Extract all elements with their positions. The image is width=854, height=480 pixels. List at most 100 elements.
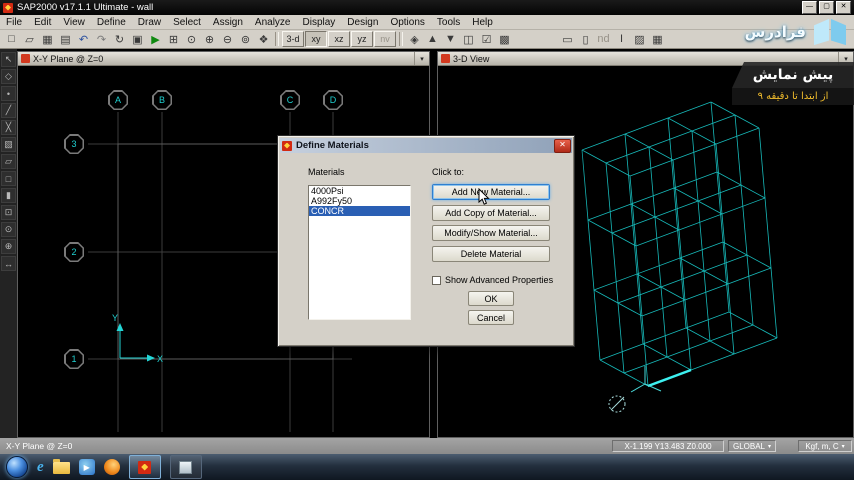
draw-joint-icon[interactable]: • — [1, 86, 16, 101]
minimize-button[interactable]: — — [802, 1, 817, 14]
add-copy-material-button[interactable]: Add Copy of Material... — [432, 204, 550, 221]
title-bar[interactable]: SAP2000 v17.1.1 Ultimate - wall — ▢ ✕ — [0, 0, 854, 15]
quick-draw-area-icon[interactable]: □ — [1, 171, 16, 186]
sap2000-taskbar-button[interactable] — [128, 455, 161, 479]
menu-item[interactable]: Edit — [28, 16, 57, 29]
new-model-icon[interactable]: □ — [3, 31, 20, 47]
grid-bubble-a: A — [108, 90, 128, 110]
zoom-previous-icon[interactable]: ⊚ — [237, 31, 254, 47]
move-down-gridline-icon[interactable]: ▼ — [442, 31, 459, 47]
menu-item[interactable]: Tools — [431, 16, 466, 29]
reshape-icon[interactable]: ◇ — [1, 69, 16, 84]
snap-midpoints-icon[interactable]: ⊕ — [1, 239, 16, 254]
material-item[interactable]: 4000Psi — [309, 186, 410, 196]
snap-joints-icon[interactable]: ⊙ — [1, 222, 16, 237]
view-nv-button[interactable]: nv — [374, 31, 396, 47]
assign-display-icon[interactable]: ▩ — [496, 31, 513, 47]
quick-draw-frame-icon[interactable]: ╳ — [1, 120, 16, 135]
menu-item[interactable]: Display — [297, 16, 342, 29]
taskbar: e ▶ — [0, 454, 854, 480]
pointer-select-icon[interactable]: ↖ — [1, 52, 16, 67]
status-bar: X-Y Plane @ Z=0 X-1.199 Y13.483 Z0.000 G… — [0, 438, 854, 454]
window-icon — [21, 54, 30, 63]
menu-item[interactable]: Analyze — [249, 16, 297, 29]
object-display-icon[interactable]: ◫ — [460, 31, 477, 47]
draw-area-icon[interactable]: ▱ — [1, 154, 16, 169]
units-dropdown[interactable]: Kgf, m, C ▾ — [798, 440, 852, 452]
dialog-titlebar[interactable]: Define Materials ✕ — [280, 138, 572, 153]
csys-dropdown[interactable]: GLOBAL ▾ — [728, 440, 776, 452]
explorer-icon[interactable] — [52, 459, 70, 474]
ie-icon[interactable]: e — [37, 459, 44, 476]
view-yz-button[interactable]: yz — [351, 31, 373, 47]
toolbar-separator — [399, 32, 403, 46]
redo-icon[interactable]: ↷ — [93, 31, 110, 47]
show-advanced-properties-checkbox[interactable] — [432, 275, 441, 285]
view-xz-button[interactable]: xz — [328, 31, 350, 47]
close-button[interactable]: ✕ — [836, 1, 851, 14]
pan-icon[interactable]: ❖ — [255, 31, 272, 47]
materials-label: Materials — [308, 167, 345, 177]
draw-frame-icon[interactable]: ╱ — [1, 103, 16, 118]
cancel-button[interactable]: Cancel — [468, 310, 514, 325]
nd-button[interactable]: nd — [595, 31, 612, 47]
sap2000-window: SAP2000 v17.1.1 Ultimate - wall — ▢ ✕ Fi… — [0, 0, 854, 480]
draw-solid-icon[interactable]: ▮ — [1, 188, 16, 203]
menu-item[interactable]: File — [0, 16, 28, 29]
menu-item[interactable]: Select — [167, 16, 207, 29]
perspective-icon[interactable]: ◈ — [406, 31, 423, 47]
view-3d-button[interactable]: 3-d — [282, 31, 304, 47]
draw-window-icon[interactable]: ▯ — [577, 31, 594, 47]
select-window-icon[interactable]: ⊡ — [1, 205, 16, 220]
add-new-material-button[interactable]: Add New Material... — [432, 184, 550, 200]
zoom-out-icon[interactable]: ⊖ — [219, 31, 236, 47]
save-icon[interactable]: ▦ — [39, 31, 56, 47]
menu-item[interactable]: View — [57, 16, 91, 29]
caption-buttons: — ▢ ✕ — [802, 1, 851, 14]
display-options-icon[interactable]: ☑ — [478, 31, 495, 47]
lock-model-icon[interactable]: ▣ — [129, 31, 146, 47]
status-view-label: X-Y Plane @ Z=0 — [6, 441, 73, 451]
window-menu-button[interactable]: ▾ — [414, 52, 429, 65]
grid-bubble-b: B — [152, 90, 172, 110]
preview-subtitle: از ابتدا تا دقیقه ۹ — [732, 88, 854, 105]
media-player-icon[interactable]: ▶ — [78, 459, 95, 475]
secondary-app-taskbar-button[interactable] — [169, 455, 202, 479]
plan-view-titlebar[interactable]: X-Y Plane @ Z=0 ▾ — [18, 52, 429, 66]
ok-button[interactable]: OK — [468, 291, 514, 306]
dialog-title: Define Materials — [296, 140, 369, 151]
menu-item[interactable]: Draw — [132, 16, 167, 29]
material-item[interactable]: A992Fy50 — [309, 196, 410, 206]
open-file-icon[interactable]: ▱ — [21, 31, 38, 47]
menu-item[interactable]: Define — [91, 16, 132, 29]
menu-item[interactable]: Assign — [207, 16, 249, 29]
run-analysis-icon[interactable]: ▶ — [147, 31, 164, 47]
grid-options-icon[interactable]: ▦ — [649, 31, 666, 47]
zoom-window-icon[interactable]: ⊞ — [165, 31, 182, 47]
zoom-in-icon[interactable]: ⊕ — [201, 31, 218, 47]
mouse-cursor — [478, 188, 490, 205]
measure-line-icon[interactable]: ↔ — [1, 256, 16, 271]
materials-list[interactable]: 4000Psi A992Fy50 CONCR — [308, 185, 411, 320]
undo-icon[interactable]: ↶ — [75, 31, 92, 47]
draw-rect-icon[interactable]: ▭ — [559, 31, 576, 47]
hatch-icon[interactable]: ▨ — [631, 31, 648, 47]
print-icon[interactable]: ▤ — [57, 31, 74, 47]
dialog-close-button[interactable]: ✕ — [554, 138, 571, 153]
zoom-full-icon[interactable]: ⊙ — [183, 31, 200, 47]
chevron-down-icon: ▾ — [768, 443, 772, 450]
firefox-icon[interactable] — [103, 459, 120, 475]
menu-item[interactable]: Options — [384, 16, 430, 29]
menu-item[interactable]: Help — [466, 16, 499, 29]
section-designer-icon[interactable]: I — [613, 31, 630, 47]
quick-draw-brace-icon[interactable]: ▧ — [1, 137, 16, 152]
delete-material-button[interactable]: Delete Material — [432, 245, 550, 262]
material-item[interactable]: CONCR — [309, 206, 410, 216]
view-xy-button[interactable]: xy — [305, 31, 327, 47]
start-button[interactable] — [6, 456, 28, 478]
refresh-window-icon[interactable]: ↻ — [111, 31, 128, 47]
menu-item[interactable]: Design — [341, 16, 384, 29]
modify-show-material-button[interactable]: Modify/Show Material... — [432, 225, 550, 241]
maximize-button[interactable]: ▢ — [819, 1, 834, 14]
move-up-gridline-icon[interactable]: ▲ — [424, 31, 441, 47]
